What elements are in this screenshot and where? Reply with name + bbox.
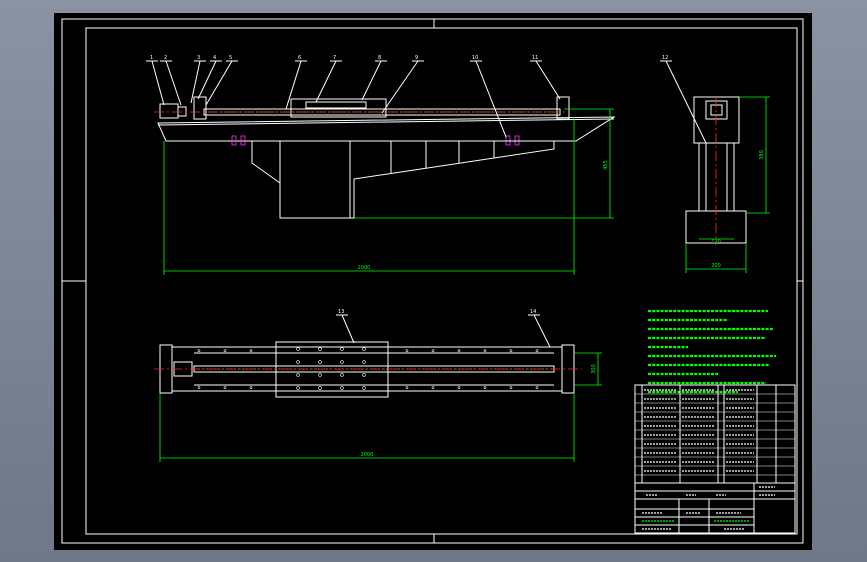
carriage-hole <box>296 347 300 351</box>
bom-table <box>634 384 796 484</box>
carriage-hole <box>318 386 322 390</box>
carriage-hole <box>340 373 344 377</box>
side-head-core <box>710 104 723 116</box>
balloon-12: 12 <box>662 55 668 61</box>
carriage-hole <box>318 373 322 377</box>
bolt-hole <box>249 349 253 352</box>
bolt-hole <box>483 349 487 352</box>
side-view[interactable]: 120 200 380 12 <box>660 55 770 273</box>
bolt-hole <box>509 386 513 389</box>
bolt-hole <box>223 349 227 352</box>
bolt-hole <box>197 349 201 352</box>
dim-side-height-text: 380 <box>759 150 765 160</box>
sheet-outer-border <box>61 18 804 544</box>
bolt-hole <box>535 386 539 389</box>
dim-side-width-text: 120 <box>711 239 721 245</box>
bolt-hole <box>223 386 227 389</box>
carriage-hole <box>362 360 366 364</box>
bed-top-plate <box>157 116 616 142</box>
carriage-hole <box>318 360 322 364</box>
carriage-hole <box>362 373 366 377</box>
balloon-4: 4 <box>213 55 216 61</box>
bolt-hole <box>431 349 435 352</box>
dim-plan-width-text: 300 <box>591 364 597 374</box>
bolt-hole <box>483 386 487 389</box>
carriage-top <box>305 101 367 109</box>
bolt-hole <box>405 386 409 389</box>
side-head <box>693 96 740 144</box>
motor-block <box>159 103 179 119</box>
balloon-13: 13 <box>338 309 344 315</box>
bolt-hole <box>431 386 435 389</box>
carriage-hole <box>362 386 366 390</box>
bolt-hole <box>509 349 513 352</box>
balloon-2: 2 <box>164 55 167 61</box>
bom-rows <box>635 389 795 476</box>
column-web <box>279 140 351 219</box>
balloon-6: 6 <box>298 55 301 61</box>
carriage-hole <box>362 347 366 351</box>
balloon-14: 14 <box>530 309 536 315</box>
plan-bolt-holes <box>197 347 539 390</box>
carriage-hole <box>296 386 300 390</box>
balloon-10: 10 <box>472 55 478 61</box>
carriage-hole <box>340 386 344 390</box>
side-head-inner <box>705 100 728 120</box>
balloon-1: 1 <box>150 55 153 61</box>
bolt-hole <box>197 386 201 389</box>
bolt-hole <box>457 349 461 352</box>
balloon-5: 5 <box>229 55 232 61</box>
carriage-hole <box>340 360 344 364</box>
cad-viewport[interactable]: 2000 455 1 2 3 4 5 6 7 8 9 10 11 120 200… <box>54 13 812 550</box>
end-plate-right <box>556 96 570 120</box>
plan-view[interactable]: 2000 300 13 14 <box>154 309 602 462</box>
technical-notes <box>648 309 776 394</box>
carriage-hole <box>296 373 300 377</box>
balloon-9: 9 <box>415 55 418 61</box>
title-block[interactable] <box>634 384 796 534</box>
dim-plan-length-text: 2000 <box>361 452 374 458</box>
bolt-hole <box>405 349 409 352</box>
dim-side-base-text: 200 <box>711 263 721 269</box>
bolt-hole <box>457 386 461 389</box>
bolt-hole <box>535 349 539 352</box>
bolt-hole <box>249 386 253 389</box>
dim-front-height-text: 455 <box>603 160 609 170</box>
coupling <box>177 106 187 117</box>
dim-front-length-text: 2000 <box>358 265 371 271</box>
carriage-hole <box>318 347 322 351</box>
side-column <box>698 142 735 212</box>
carriage-hole <box>340 347 344 351</box>
balloon-7: 7 <box>333 55 336 61</box>
front-view[interactable]: 2000 455 1 2 3 4 5 6 7 8 9 10 11 <box>146 55 616 275</box>
support-column <box>251 140 555 219</box>
balloon-3: 3 <box>197 55 200 61</box>
balloon-11: 11 <box>532 55 538 61</box>
plan-carriage <box>275 341 389 398</box>
carriage-hole <box>296 360 300 364</box>
balloon-8: 8 <box>378 55 381 61</box>
drawing-sheet: 2000 455 1 2 3 4 5 6 7 8 9 10 11 120 200… <box>61 18 804 544</box>
bearing-seat-left <box>193 96 207 120</box>
